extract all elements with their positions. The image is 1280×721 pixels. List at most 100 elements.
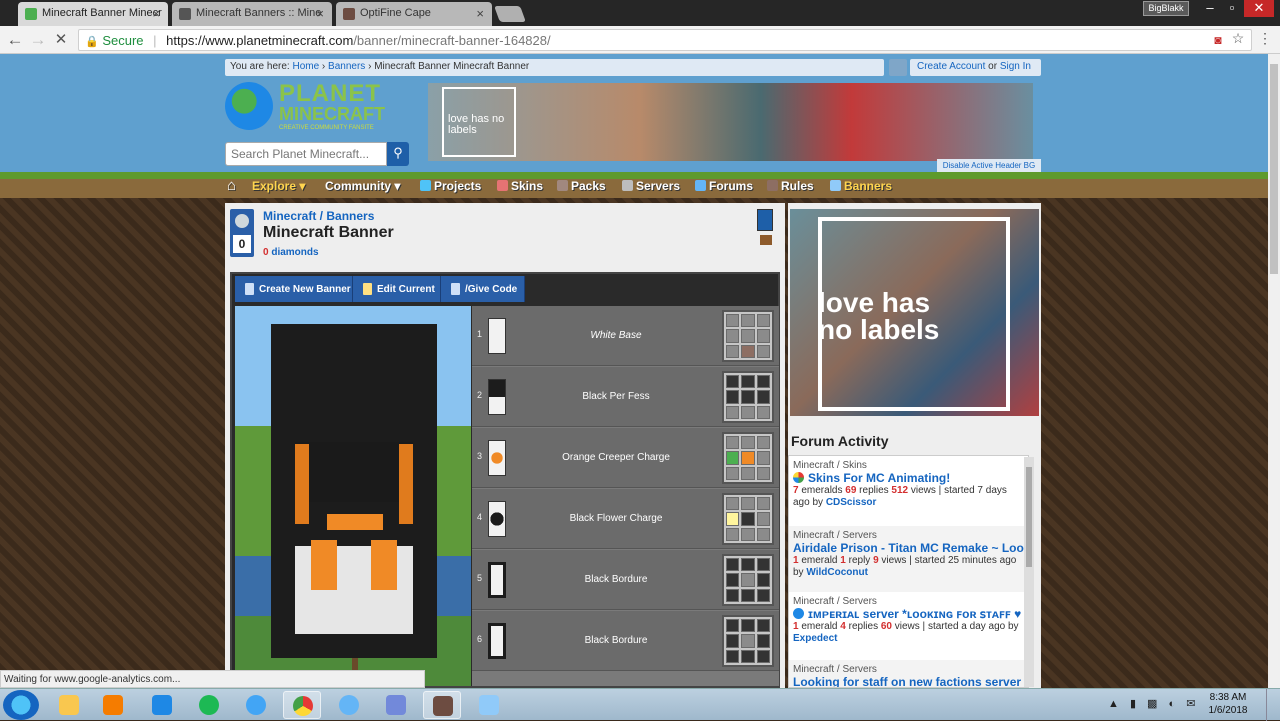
sidebar-advertisement[interactable]: love has no labels <box>790 209 1039 416</box>
crafting-recipe-icon <box>722 371 774 423</box>
spotify-icon[interactable] <box>190 691 228 719</box>
layer-row[interactable]: 4 Black Flower Charge <box>472 489 779 549</box>
network-globe-icon[interactable] <box>330 691 368 719</box>
search-icon: ⚲ <box>393 145 403 160</box>
layer-row[interactable]: 3 Orange Creeper Charge <box>472 428 779 488</box>
back-arrow-icon[interactable]: ← <box>5 30 25 50</box>
web-page: You are here: Home › Banners › Minecraft… <box>0 54 1268 688</box>
system-tray-icons[interactable]: ▲ ▮ ▩ ◐ ✉ <box>1108 697 1199 710</box>
disable-header-bg-link[interactable]: Disable Active Header BG <box>937 159 1041 172</box>
nav-skins[interactable]: Skins <box>497 179 543 193</box>
chrome-icon[interactable] <box>283 691 321 719</box>
profile-badge[interactable]: BigBlakk <box>1143 1 1189 16</box>
discord-icon[interactable] <box>377 691 415 719</box>
orange-stripe-left <box>295 444 309 524</box>
sign-in-link[interactable]: Sign In <box>1000 61 1031 72</box>
layer-row[interactable]: 6 Black Bordure <box>472 611 779 671</box>
thread-title[interactable]: Airidale Prison - Titan MC Remake ~ Look… <box>793 541 1024 555</box>
minecraft-icon[interactable] <box>423 691 461 719</box>
list-item[interactable]: Minecraft / Servers Airidale Prison - Ti… <box>789 526 1024 592</box>
thread-author[interactable]: WildCoconut <box>806 567 868 578</box>
layer-row[interactable]: 2 Black Per Fess <box>472 367 779 427</box>
planet-minecraft-logo[interactable]: PLANET MINECRAFT CREATIVE COMMUNITY FANS… <box>225 80 411 134</box>
category-breadcrumb: Minecraft / Banners <box>263 209 375 223</box>
new-tab-button[interactable] <box>494 6 526 22</box>
thread-title[interactable]: Skins For MC Animating! <box>793 471 1024 485</box>
scroll-thumb[interactable] <box>1270 64 1278 274</box>
main-nav: ⌂ Explore ▾ Community ▾ Projects Skins P… <box>225 174 1041 198</box>
thread-author[interactable]: Expedect <box>793 633 837 644</box>
search-button[interactable]: ⚲ <box>387 142 409 166</box>
thread-author[interactable]: CDScissor <box>826 497 877 508</box>
layer-row[interactable]: 1 White Base <box>472 306 779 366</box>
address-bar[interactable]: 🔒 Secure | https://www.planetminecraft.c… <box>78 29 1252 51</box>
forum-activity-list: Minecraft / Skins Skins For MC Animating… <box>788 455 1029 688</box>
paint-app-icon[interactable] <box>470 691 508 719</box>
tab-optifine-cape[interactable]: OptiFine Cape × <box>336 2 492 26</box>
internet-explorer-icon[interactable] <box>237 691 275 719</box>
breadcrumb-banners[interactable]: Banners <box>328 61 365 72</box>
page-title: Minecraft Banner <box>263 224 394 241</box>
layer-name: Orange Creeper Charge <box>562 452 670 463</box>
nav-forums[interactable]: Forums <box>695 179 753 193</box>
category-minecraft-link[interactable]: Minecraft <box>263 209 316 223</box>
layer-number: 5 <box>477 573 483 583</box>
logo-line2: MINECRAFT <box>279 104 385 124</box>
diamond-vote-box[interactable]: 0 <box>230 209 254 257</box>
nav-packs[interactable]: Packs <box>557 179 606 193</box>
thread-title[interactable]: ɪᴍᴘᴇʀɪᴀʟ server *ʟᴏᴏᴋɪɴɢ ꜰᴏʀ ꜱᴛᴀꜰꜰ ♥ <box>793 607 1024 621</box>
nav-explore[interactable]: Explore ▾ <box>252 179 305 193</box>
stop-loading-icon[interactable]: ✕ <box>51 30 71 48</box>
thread-title[interactable]: Looking for staff on new factions server <box>793 675 1024 687</box>
chest-icon[interactable] <box>760 235 772 245</box>
close-window-icon[interactable]: ✕ <box>1244 0 1274 17</box>
drop-icon <box>793 608 804 619</box>
page-scrollbar[interactable] <box>1268 54 1280 688</box>
list-item[interactable]: Minecraft / Servers Looking for staff on… <box>789 660 1024 687</box>
create-new-banner-button[interactable]: Create New Banner <box>235 276 353 302</box>
servers-icon <box>622 180 633 191</box>
nav-community[interactable]: Community ▾ <box>325 179 400 193</box>
close-tab-icon[interactable]: × <box>476 6 484 21</box>
show-desktop-button[interactable] <box>1266 689 1280 721</box>
media-player-icon[interactable] <box>94 691 132 719</box>
crafting-recipe-icon <box>722 615 774 667</box>
scroll-thumb[interactable] <box>1026 467 1032 567</box>
banner-icon <box>451 283 460 295</box>
search-input[interactable]: Search Planet Minecraft... <box>225 142 387 166</box>
give-code-button[interactable]: /Give Code <box>441 276 525 302</box>
close-tab-icon[interactable]: × <box>152 6 160 21</box>
menu-icon[interactable]: ⋮ <box>1255 30 1275 47</box>
list-item[interactable]: Minecraft / Skins Skins For MC Animating… <box>789 456 1024 522</box>
layer-row[interactable]: 5 Black Bordure <box>472 550 779 610</box>
nav-rules[interactable]: Rules <box>767 179 814 193</box>
tab-minecraft-banner[interactable]: Minecraft Banner Minecr × <box>18 2 168 26</box>
close-tab-icon[interactable]: × <box>316 6 324 21</box>
clock[interactable]: 8:38 AM 1/6/2018 <box>1198 691 1258 717</box>
skin-icon <box>793 472 804 483</box>
status-bubble: Waiting for www.google-analytics.com... <box>0 670 425 688</box>
header-advertisement[interactable]: love has no labels <box>428 83 1033 161</box>
nav-projects[interactable]: Projects <box>420 179 481 193</box>
orange-leg-left <box>311 540 337 590</box>
maximize-icon[interactable]: ▫ <box>1218 0 1246 17</box>
banner-favorite-icon[interactable] <box>757 209 773 231</box>
lock-icon: 🔒 <box>85 36 99 48</box>
extension-icon[interactable]: ◙ <box>1208 33 1228 47</box>
start-button-icon[interactable] <box>3 690 39 720</box>
file-explorer-icon[interactable] <box>50 691 88 719</box>
breadcrumb-home[interactable]: Home <box>292 61 319 72</box>
forum-scrollbar[interactable] <box>1024 457 1034 687</box>
bookmark-star-icon[interactable]: ☆ <box>1228 30 1248 47</box>
google-app-icon[interactable] <box>143 691 181 719</box>
category-banners-link[interactable]: Banners <box>326 209 374 223</box>
edit-current-button[interactable]: Edit Current <box>353 276 441 302</box>
nav-servers[interactable]: Servers <box>622 179 680 193</box>
home-icon[interactable]: ⌂ <box>227 177 236 194</box>
list-item[interactable]: Minecraft / Servers ɪᴍᴘᴇʀɪᴀʟ server *ʟᴏᴏ… <box>789 592 1024 658</box>
create-account-link[interactable]: Create Account <box>917 61 985 72</box>
forward-arrow-icon[interactable]: → <box>28 30 48 50</box>
notifications-icon[interactable] <box>889 59 907 76</box>
nav-banners[interactable]: Banners <box>830 179 892 193</box>
tab-minecraft-banners[interactable]: Minecraft Banners :: Mine × <box>172 2 332 26</box>
